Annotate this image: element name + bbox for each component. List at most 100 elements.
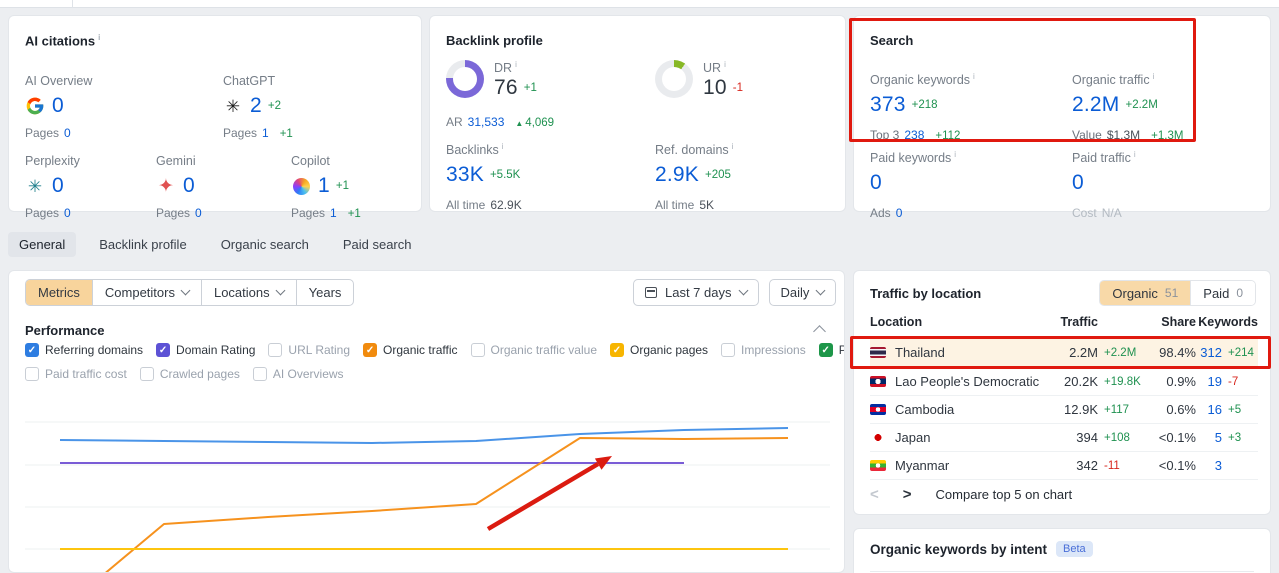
flag-laos-icon bbox=[870, 376, 886, 387]
flag-thailand-icon bbox=[870, 347, 886, 358]
domain-rating-block: DR 76+1 AR31,5334,069 bbox=[446, 60, 554, 129]
chevron-down-icon bbox=[815, 285, 826, 296]
url-rating-block: UR 10-1 bbox=[655, 60, 743, 101]
calendar-icon bbox=[645, 287, 657, 298]
location-row-thailand[interactable]: Thailand 2.2M +2.2M 98.4% 312 +214 bbox=[870, 337, 1258, 368]
copilot-icon bbox=[291, 176, 311, 196]
metric-checkbox-url-rating[interactable]: URL Rating bbox=[268, 343, 350, 357]
info-icon bbox=[729, 142, 734, 157]
flag-japan-icon bbox=[870, 432, 886, 443]
performance-chart bbox=[25, 421, 830, 572]
chatgpt-icon: ✳ bbox=[225, 96, 241, 116]
ai-citation-perplexity: Perplexity ✳ 0 Pages 0 bbox=[25, 154, 80, 220]
ai-citation-chatgpt: ChatGPT ✳ 2 +2 Pages 1 +1 bbox=[223, 74, 293, 140]
date-controls: Last 7 days Daily ⋮ bbox=[633, 279, 844, 306]
ai-citation-copilot: Copilot 1 +1 Pages 1 +1 bbox=[291, 154, 361, 220]
organic-paid-toggle: Organic 51 Paid 0 bbox=[1099, 280, 1256, 306]
section-tabs: General Backlink profile Organic search … bbox=[8, 232, 423, 257]
performance-title: Performance bbox=[25, 323, 105, 338]
unchecked-checkbox-icon bbox=[25, 367, 39, 381]
info-icon bbox=[951, 150, 956, 165]
dr-donut-icon bbox=[446, 60, 484, 98]
info-icon bbox=[512, 60, 517, 75]
ai-citations-card: AI citations AI Overview 0 Pages0 ChatGP… bbox=[8, 15, 422, 220]
location-table-header: Location Traffic Share Keywords bbox=[870, 315, 1258, 337]
ur-donut-icon bbox=[655, 60, 693, 98]
compare-top5-link[interactable]: Compare top 5 on chart bbox=[936, 487, 1073, 502]
chevron-down-icon bbox=[738, 285, 748, 296]
granularity-button[interactable]: Daily bbox=[768, 279, 837, 306]
flag-myanmar-icon bbox=[870, 460, 886, 471]
unchecked-checkbox-icon bbox=[139, 367, 154, 381]
unchecked-checkbox-icon bbox=[470, 343, 485, 357]
competitors-button[interactable]: Competitors bbox=[91, 280, 201, 305]
checked-checkbox-icon bbox=[156, 343, 171, 357]
location-row-myanmar[interactable]: Myanmar 342 -11 <0.1% 3 bbox=[870, 452, 1258, 480]
unchecked-checkbox-icon bbox=[268, 343, 283, 357]
gemini-icon: ✦ bbox=[158, 175, 174, 197]
ai-citation-ai-overview: AI Overview 0 Pages 0 bbox=[25, 74, 93, 140]
ahrefs-overview-page: AI citations AI Overview 0 Pages0 ChatGP… bbox=[0, 0, 1279, 573]
metric-checkbox-referring-domains[interactable]: Referring domains bbox=[25, 343, 143, 357]
ref-domains-block: Ref. domains 2.9K+205 All time5K bbox=[655, 142, 733, 212]
beta-badge: Beta bbox=[1056, 541, 1093, 557]
location-row-japan[interactable]: Japan 394 +108 <0.1% 5 +3 bbox=[870, 424, 1258, 452]
paid-keywords-block: Paid keywords 0 Ads0 bbox=[870, 150, 956, 220]
organic-traffic-block: Organic traffic 2.2M+2.2M Value$1.3M+1.3… bbox=[1072, 72, 1183, 142]
metric-checkbox-impressions[interactable]: Impressions bbox=[721, 343, 806, 357]
metric-checkbox-organic-traffic[interactable]: Organic traffic bbox=[363, 343, 458, 357]
keywords-by-intent-card: Organic keywords by intent Beta bbox=[853, 528, 1271, 573]
performance-card: Metrics Competitors Locations Years Last… bbox=[8, 270, 845, 573]
metric-checkbox-domain-rating[interactable]: Domain Rating bbox=[156, 343, 255, 357]
tab-general[interactable]: General bbox=[8, 232, 77, 257]
info-icon bbox=[1150, 72, 1155, 87]
backlink-profile-title: Backlink profile bbox=[446, 33, 543, 48]
traffic-by-location-card: Traffic by location Organic 51 Paid 0 Loca… bbox=[853, 270, 1271, 515]
chevron-down-icon bbox=[275, 285, 286, 296]
info-icon bbox=[721, 60, 726, 75]
info-icon bbox=[970, 72, 975, 87]
checked-checkbox-icon bbox=[363, 343, 378, 357]
divider bbox=[870, 571, 1254, 572]
location-table: Location Traffic Share Keywords Thailand… bbox=[870, 315, 1258, 480]
metric-checkbox-paid-traffic-cost[interactable]: Paid traffic cost bbox=[25, 367, 127, 381]
google-icon bbox=[25, 96, 45, 116]
location-pager: < > Compare top 5 on chart bbox=[870, 486, 1072, 503]
ai-citation-gemini: Gemini ✦ 0 Pages 0 bbox=[156, 154, 202, 220]
unchecked-checkbox-icon bbox=[252, 367, 267, 381]
backlink-profile-card: Backlink profile DR 76+1 AR31,5334,069 U… bbox=[429, 15, 846, 212]
unchecked-checkbox-icon bbox=[721, 343, 736, 357]
toggle-paid[interactable]: Paid 0 bbox=[1190, 281, 1255, 305]
metric-checkbox-ai-overviews[interactable]: AI Overviews bbox=[252, 367, 344, 381]
info-icon bbox=[95, 33, 100, 48]
info-icon bbox=[499, 142, 504, 157]
checked-checkbox-icon bbox=[818, 343, 833, 357]
years-button[interactable]: Years bbox=[295, 280, 354, 305]
top-toolbar-edge bbox=[0, 0, 1279, 8]
prev-page-icon[interactable]: < bbox=[870, 486, 879, 503]
next-page-icon[interactable]: > bbox=[903, 486, 912, 503]
tab-paid-search[interactable]: Paid search bbox=[332, 232, 423, 257]
location-row-lao-people-s-democratic-reput[interactable]: Lao People's Democratic Reput20.2K+19.8K… bbox=[870, 368, 1258, 396]
metrics-button[interactable]: Metrics bbox=[26, 280, 92, 305]
toggle-organic[interactable]: Organic 51 bbox=[1100, 281, 1191, 305]
location-row-cambodia[interactable]: Cambodia 12.9K +117 0.6% 16 +5 bbox=[870, 396, 1258, 424]
toolbar-divider bbox=[72, 0, 73, 8]
metric-checkbox-organic-traffic-value[interactable]: Organic traffic value bbox=[470, 343, 597, 357]
paid-traffic-block: Paid traffic 0 CostN/A bbox=[1072, 150, 1136, 220]
metric-checkbox-paid-traffic[interactable]: Paid traffic bbox=[818, 343, 844, 357]
date-range-button[interactable]: Last 7 days bbox=[633, 279, 759, 306]
search-card: Search Organic keywords 373+218 Top 3238… bbox=[853, 15, 1271, 220]
info-icon bbox=[1131, 150, 1136, 165]
tab-organic-search[interactable]: Organic search bbox=[210, 232, 320, 257]
chart-line-organic-traffic bbox=[105, 437, 789, 572]
collapse-section-icon[interactable] bbox=[813, 325, 826, 338]
chevron-down-icon bbox=[180, 285, 191, 296]
perplexity-icon: ✳ bbox=[27, 176, 43, 196]
metric-checkbox-crawled-pages[interactable]: Crawled pages bbox=[139, 367, 240, 381]
keywords-by-intent-title: Organic keywords by intent bbox=[870, 541, 1048, 557]
locations-button[interactable]: Locations bbox=[200, 280, 296, 305]
chart-line-referring-domains bbox=[59, 427, 789, 444]
metric-checkbox-organic-pages[interactable]: Organic pages bbox=[610, 343, 708, 357]
tab-backlink-profile[interactable]: Backlink profile bbox=[88, 232, 197, 257]
